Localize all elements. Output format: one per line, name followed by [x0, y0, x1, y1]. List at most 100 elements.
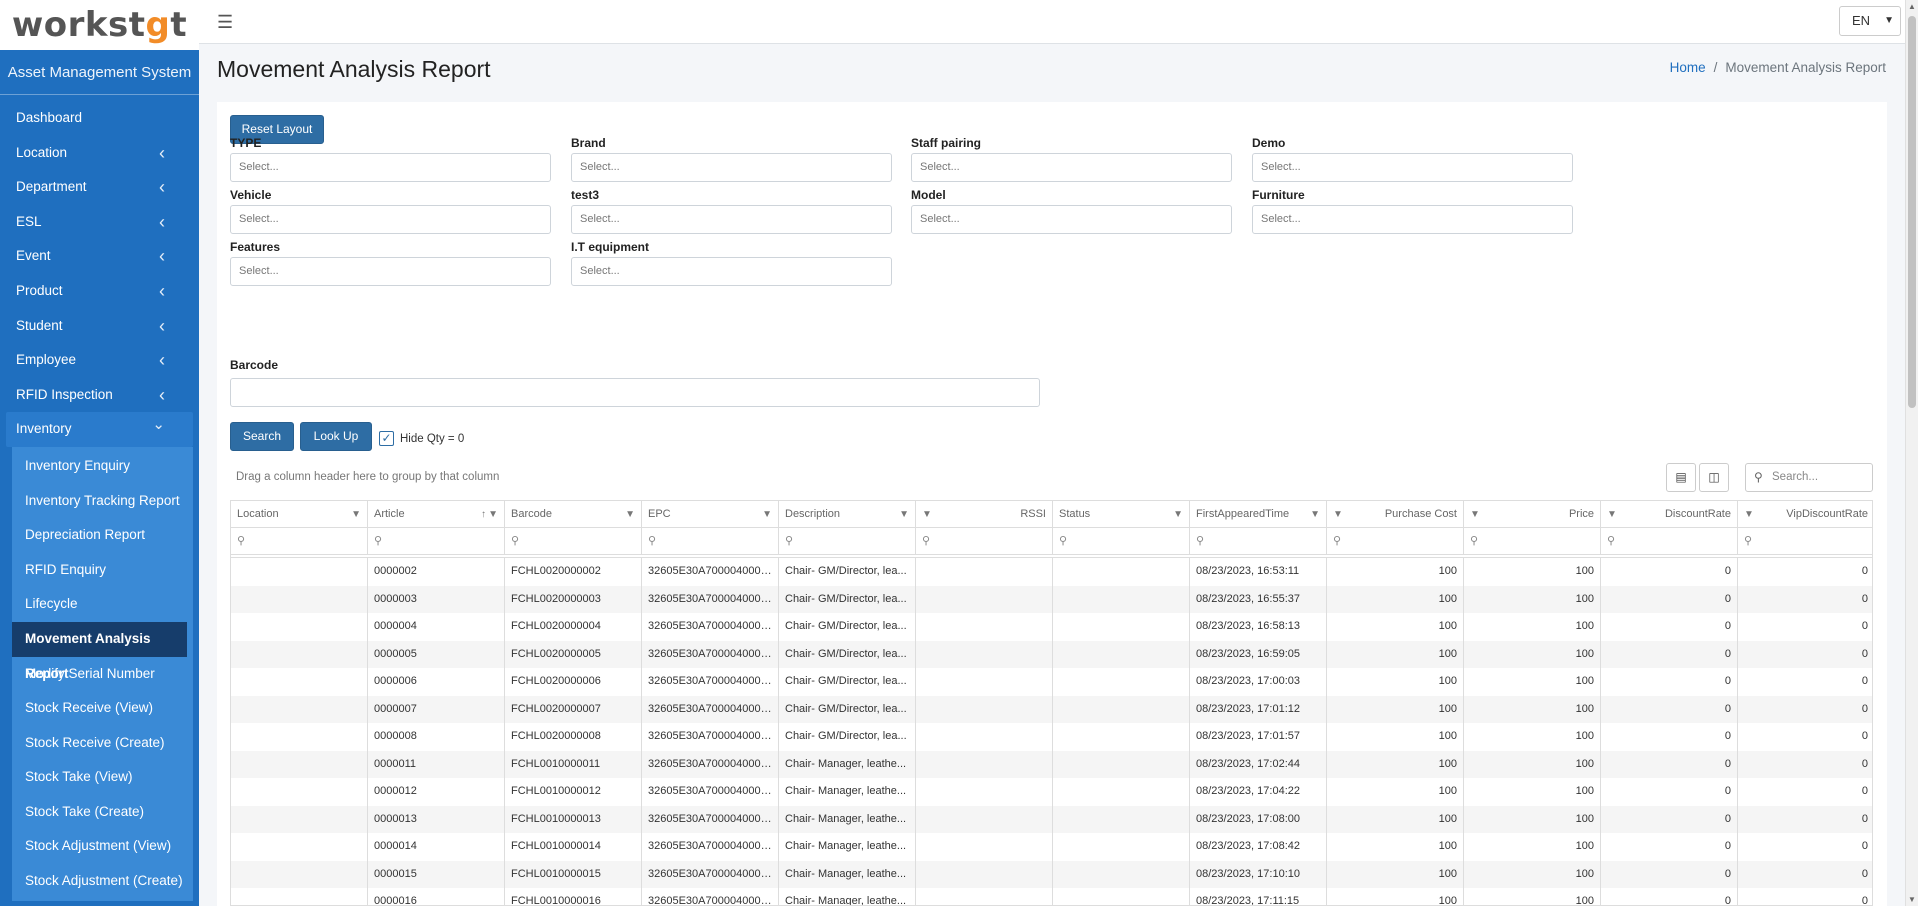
table-row[interactable]: 0000011 FCHL0010000011 32605E30A7000040000…	[231, 750, 1872, 778]
language-select[interactable]: EN ▼	[1839, 6, 1901, 36]
filter-cell-location[interactable]: ⚲	[231, 528, 368, 554]
i-t-equipment-select[interactable]: Select...	[571, 257, 892, 286]
filter-cell-discountrate[interactable]: ⚲	[1601, 528, 1738, 554]
filter-cell-article[interactable]: ⚲	[368, 528, 505, 554]
table-row[interactable]: 0000016 FCHL0010000016 32605E30A7000040000…	[231, 888, 1872, 905]
test3-select[interactable]: Select...	[571, 205, 892, 234]
submenu-item-stock-receive-view[interactable]: Stock Receive (View)	[12, 691, 193, 726]
page-scrollbar[interactable]: ▲ ▼	[1905, 0, 1918, 906]
filter-cell-description[interactable]: ⚲	[779, 528, 916, 554]
vehicle-select[interactable]: Select...	[230, 205, 551, 234]
table-row[interactable]: 0000015 FCHL0010000015 32605E30A7000040000…	[231, 860, 1872, 888]
column-header-firstappearedtime[interactable]: FirstAppearedTime ▼	[1190, 501, 1327, 527]
column-header-price[interactable]: Price ▼	[1464, 501, 1601, 527]
sidebar-item-inventory[interactable]: Inventory ⌄	[6, 412, 193, 447]
table-row[interactable]: 0000003 FCHL0020000003 32605E30A7000040000…	[231, 585, 1872, 613]
staff-pairing-select[interactable]: Select...	[911, 153, 1232, 182]
submenu-item-inventory-tracking-report[interactable]: Inventory Tracking Report	[12, 484, 193, 519]
submenu-item-stock-take-view[interactable]: Stock Take (View)	[12, 760, 193, 795]
filter-funnel-icon[interactable]: ▼	[351, 501, 361, 527]
column-header-description[interactable]: Description ▼	[779, 501, 916, 527]
submenu-item-depreciation-report[interactable]: Depreciation Report	[12, 518, 193, 553]
sidebar-item-employee[interactable]: Employee ‹	[0, 343, 199, 378]
submenu-item-rfid-enquiry[interactable]: RFID Enquiry	[12, 553, 193, 588]
submenu-item-stock-take-create[interactable]: Stock Take (Create)	[12, 795, 193, 830]
export-excel-icon[interactable]: ▤	[1666, 463, 1696, 492]
filter-funnel-icon[interactable]: ▼	[1310, 501, 1320, 527]
table-row[interactable]: 0000013 FCHL0010000013 32605E30A7000040000…	[231, 805, 1872, 833]
type-select[interactable]: Select...	[230, 153, 551, 182]
filter-cell-status[interactable]: ⚲	[1053, 528, 1190, 554]
model-select[interactable]: Select...	[911, 205, 1232, 234]
filter-cell-epc[interactable]: ⚲	[642, 528, 779, 554]
column-header-label: Article	[374, 508, 405, 520]
table-row[interactable]: 0000014 FCHL0010000014 32605E30A7000040000…	[231, 833, 1872, 861]
sidebar-item-dashboard[interactable]: Dashboard	[0, 101, 199, 136]
hide-qty-checkbox[interactable]: ✓	[379, 431, 394, 446]
submenu-item-modify-serial-number[interactable]: Modify Serial Number	[12, 657, 193, 692]
column-header-barcode[interactable]: Barcode ▼	[505, 501, 642, 527]
submenu-item-movement-analysis-report[interactable]: Movement Analysis Report	[12, 621, 187, 681]
hamburger-icon[interactable]: ☰	[217, 12, 233, 33]
table-row[interactable]: 0000007 FCHL0020000007 32605E30A7000040000…	[231, 695, 1872, 723]
features-select[interactable]: Select...	[230, 257, 551, 286]
sidebar-item-location[interactable]: Location ‹	[0, 136, 199, 171]
table-row[interactable]: 0000012 FCHL0010000012 32605E30A7000040000…	[231, 778, 1872, 806]
filter-funnel-icon[interactable]: ▼	[1744, 501, 1754, 527]
column-header-location[interactable]: Location ▼	[231, 501, 368, 527]
filter-cell-vipdiscountrate[interactable]: ⚲	[1738, 528, 1872, 554]
sidebar-item-rfid-inspection[interactable]: RFID Inspection ‹	[0, 378, 199, 413]
barcode-input[interactable]	[230, 378, 1040, 407]
filter-cell-firstappearedtime[interactable]: ⚲	[1190, 528, 1327, 554]
filter-funnel-icon[interactable]: ▼	[625, 501, 635, 527]
column-header-purchase-cost[interactable]: Purchase Cost ▼	[1327, 501, 1464, 527]
furniture-select[interactable]: Select...	[1252, 205, 1573, 234]
filter-cell-barcode[interactable]: ⚲	[505, 528, 642, 554]
scroll-down-icon[interactable]: ▼	[1908, 895, 1916, 904]
filter-funnel-icon[interactable]: ▼	[1173, 501, 1183, 527]
logo[interactable]: workstgt	[0, 0, 199, 50]
filter-funnel-icon[interactable]: ▼	[1607, 501, 1617, 527]
submenu-item-stock-adjustment-view[interactable]: Stock Adjustment (View)	[12, 829, 193, 864]
submenu-item-inventory-enquiry[interactable]: Inventory Enquiry	[12, 449, 193, 484]
submenu-item-stock-adjustment-create[interactable]: Stock Adjustment (Create)	[12, 864, 193, 899]
breadcrumb-home[interactable]: Home	[1670, 60, 1706, 75]
look-up-button[interactable]: Look Up	[300, 422, 372, 451]
sidebar-item-esl[interactable]: ESL ‹	[0, 205, 199, 240]
demo-select[interactable]: Select...	[1252, 153, 1573, 182]
sidebar-item-product[interactable]: Product ‹	[0, 274, 199, 309]
column-chooser-icon[interactable]: ◫	[1699, 463, 1729, 492]
filter-cell-purchase-cost[interactable]: ⚲	[1327, 528, 1464, 554]
column-header-status[interactable]: Status ▼	[1053, 501, 1190, 527]
filter-funnel-icon[interactable]: ▼	[899, 501, 909, 527]
filter-funnel-icon[interactable]: ▼	[1333, 501, 1343, 527]
filter-funnel-icon[interactable]: ▼	[1470, 501, 1480, 527]
submenu-item-stock-receive-create[interactable]: Stock Receive (Create)	[12, 726, 193, 761]
table-cell: 0	[1601, 750, 1738, 778]
table-row[interactable]: 0000005 FCHL0020000005 32605E30A7000040000…	[231, 640, 1872, 668]
filter-cell-price[interactable]: ⚲	[1464, 528, 1601, 554]
filter-funnel-icon[interactable]: ▼	[762, 501, 772, 527]
table-cell: 32605E30A7000040000...	[642, 860, 779, 888]
scroll-up-icon[interactable]: ▲	[1908, 2, 1916, 11]
grid-search-input[interactable]: ⚲ Search...	[1745, 463, 1873, 492]
filter-funnel-icon[interactable]: ▼	[922, 501, 932, 527]
sidebar-item-department[interactable]: Department ‹	[0, 170, 199, 205]
scroll-thumb[interactable]	[1908, 16, 1916, 408]
sidebar-item-student[interactable]: Student ‹	[0, 309, 199, 344]
table-row[interactable]: 0000006 FCHL0020000006 32605E30A7000040000…	[231, 668, 1872, 696]
column-header-epc[interactable]: EPC ▼	[642, 501, 779, 527]
column-header-vipdiscountrate[interactable]: VipDiscountRate ▼	[1738, 501, 1872, 527]
brand-select[interactable]: Select...	[571, 153, 892, 182]
table-row[interactable]: 0000008 FCHL0020000008 32605E30A7000040000…	[231, 723, 1872, 751]
table-row[interactable]: 0000002 FCHL0020000002 32605E30A7000040000…	[231, 558, 1872, 586]
sidebar-item-event[interactable]: Event ‹	[0, 239, 199, 274]
column-header-discountrate[interactable]: DiscountRate ▼	[1601, 501, 1738, 527]
submenu-item-lifecycle[interactable]: Lifecycle	[12, 587, 193, 622]
column-header-rssi[interactable]: RSSI ▼	[916, 501, 1053, 527]
table-row[interactable]: 0000004 FCHL0020000004 32605E30A7000040000…	[231, 613, 1872, 641]
search-button[interactable]: Search	[230, 422, 294, 451]
column-header-article[interactable]: Article ▼ ↑	[368, 501, 505, 527]
filter-funnel-icon[interactable]: ▼	[488, 501, 498, 527]
filter-cell-rssi[interactable]: ⚲	[916, 528, 1053, 554]
